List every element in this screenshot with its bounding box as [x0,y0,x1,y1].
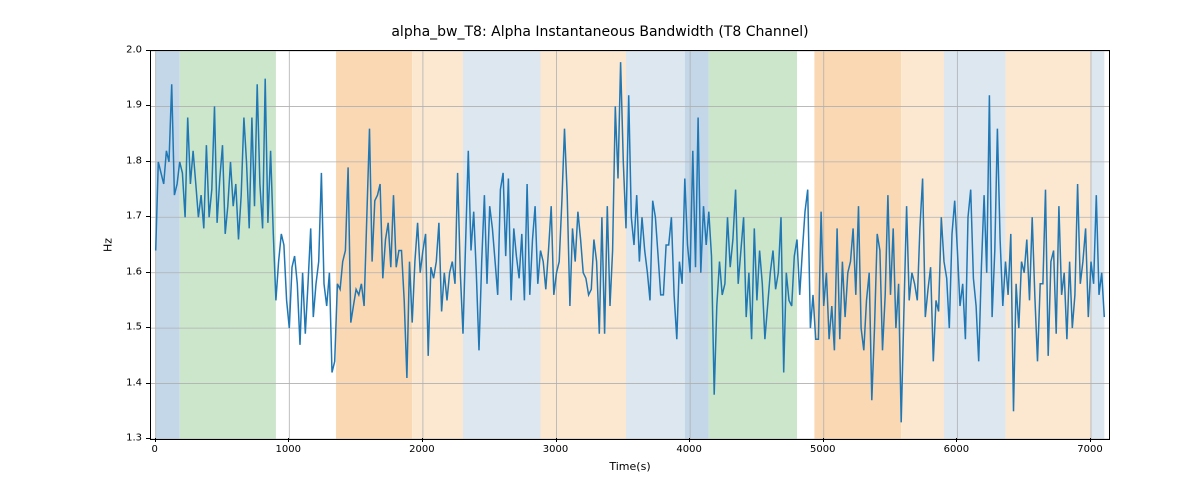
x-tick: 0 [151,444,157,455]
band [336,51,412,439]
x-tick: 4000 [676,444,701,455]
y-tick: 1.7 [126,211,142,222]
band [1005,51,1091,439]
band [685,51,709,439]
x-tick: 1000 [276,444,301,455]
x-tick: 3000 [543,444,568,455]
band [626,51,685,439]
y-axis-label: Hz [102,238,115,252]
band [944,51,1005,439]
chart-title: alpha_bw_T8: Alpha Instantaneous Bandwid… [0,24,1200,40]
y-tick: 1.9 [126,100,142,111]
y-tick: 2.0 [126,45,142,56]
band [180,51,276,439]
plot-area [150,50,1110,440]
band [156,51,180,439]
y-tick: 1.3 [126,433,142,444]
plot-svg [151,51,1109,439]
band [709,51,797,439]
chart-figure: alpha_bw_T8: Alpha Instantaneous Bandwid… [0,0,1200,500]
x-tick: 2000 [409,444,434,455]
y-tick: 1.8 [126,155,142,166]
x-tick: 6000 [944,444,969,455]
background-bands [156,51,1105,439]
x-axis-label: Time(s) [150,460,1110,473]
y-tick: 1.6 [126,266,142,277]
y-tick: 1.5 [126,322,142,333]
x-tick: 7000 [1077,444,1102,455]
x-tick: 5000 [810,444,835,455]
y-tick: 1.4 [126,377,142,388]
